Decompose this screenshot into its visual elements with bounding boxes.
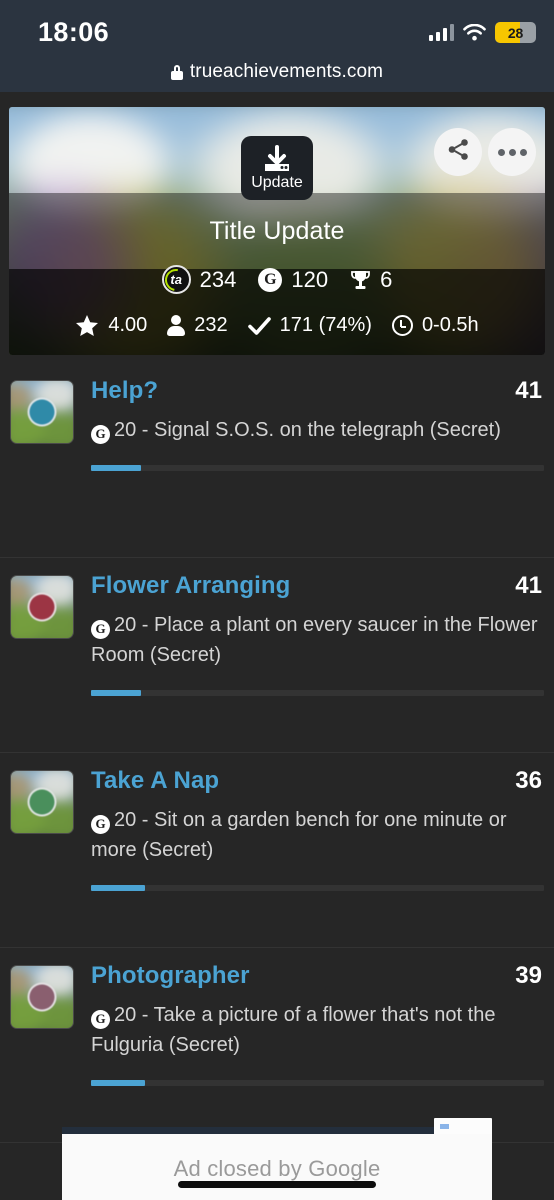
achievement-row[interactable]: Flower Arranging 41 G 20 - Place a plant …	[0, 558, 554, 753]
stat-rating: 4.00	[75, 314, 147, 337]
wifi-icon	[463, 23, 486, 41]
more-options-icon	[497, 148, 527, 156]
ta-score-value: 234	[199, 266, 237, 292]
achievement-ratio: 36	[515, 767, 542, 794]
achievement-row[interactable]: Take A Nap 36 G 20 - Sit on a garden benc…	[0, 753, 554, 948]
achievement-description: G 20 - Take a picture of a flower that's …	[91, 1000, 544, 1060]
hero-stats-secondary: 4.00 232 171 (74%) 0-0.5h	[9, 314, 545, 337]
more-options-button[interactable]	[488, 128, 536, 176]
achievement-name[interactable]: Help?	[91, 377, 158, 405]
achievement-gamerscore: 20	[114, 419, 137, 441]
page-title: Title Update	[209, 217, 345, 245]
gamerscore-value: 120	[291, 266, 329, 292]
completion-time-value: 0-0.5h	[421, 314, 479, 336]
lock-icon	[170, 64, 183, 80]
achievement-name[interactable]: Take A Nap	[91, 767, 219, 795]
achievement-ratio: 41	[515, 572, 542, 599]
achievement-row[interactable]: Photographer 39 G 20 - Take a picture of …	[0, 948, 554, 1143]
achievement-ratio: 41	[515, 377, 542, 404]
check-icon	[247, 316, 271, 336]
achievement-progress-bar	[91, 1080, 544, 1086]
achievement-badge-icon	[27, 982, 57, 1012]
gamerscore-icon: G	[91, 814, 110, 834]
ad-panel[interactable]: Ad closed by Google	[62, 1134, 492, 1200]
achievement-row[interactable]: Help? 41 G 20 - Signal S.O.S. on the tele…	[0, 363, 554, 558]
achievement-ratio: 39	[515, 962, 542, 989]
gamerscore-icon: G	[258, 267, 283, 292]
completions-value: 171 (74%)	[279, 314, 372, 336]
page-content: Update Title Update ta 234 G 120 6 4.00 …	[0, 92, 554, 1200]
achievement-gamerscore: 20	[114, 614, 137, 636]
achievement-description-text: - Place a plant on every saucer in the F…	[91, 614, 538, 666]
gamerscore-icon: G	[91, 619, 110, 639]
stat-trophies: 6	[350, 267, 392, 293]
clock-icon	[391, 315, 413, 336]
stat-trueachievement-score: ta 234	[161, 265, 237, 294]
rating-value: 4.00	[108, 314, 148, 336]
achievement-description-text: - Signal S.O.S. on the telegraph (Secret…	[136, 419, 501, 441]
achievement-progress-bar	[91, 885, 544, 891]
star-icon	[75, 314, 99, 337]
battery-icon: 28	[495, 22, 536, 43]
achievement-description-text: - Sit on a garden bench for one minute o…	[91, 809, 507, 861]
url-label: trueachievements.com	[189, 61, 384, 82]
achievement-badge-icon	[27, 787, 57, 817]
hero-stats-primary: ta 234 G 120 6	[9, 265, 545, 294]
achievement-thumbnail	[10, 770, 74, 834]
achievement-description: G 20 - Place a plant on every saucer in t…	[91, 610, 544, 670]
achievement-badge-icon	[27, 397, 57, 427]
achievement-description-text: - Take a picture of a flower that's not …	[91, 1004, 496, 1056]
cellular-signal-icon	[428, 24, 454, 41]
trueachievement-score-icon: ta	[161, 265, 191, 294]
home-indicator[interactable]	[178, 1181, 376, 1188]
ad-closed-label: Ad closed by Google	[173, 1156, 381, 1181]
owners-value: 232	[194, 314, 228, 336]
status-bar-indicators: 28	[428, 22, 536, 43]
game-hero-banner: Update Title Update ta 234 G 120 6 4.00 …	[9, 107, 545, 355]
achievement-thumbnail	[10, 965, 74, 1029]
achievement-thumbnail	[10, 575, 74, 639]
share-button[interactable]	[434, 128, 482, 176]
achievement-progress-bar	[91, 690, 544, 696]
battery-level-label: 28	[507, 24, 524, 41]
achievement-description: G 20 - Sit on a garden bench for one minu…	[91, 805, 544, 865]
achievement-badge-icon	[27, 592, 57, 622]
share-icon	[447, 138, 470, 166]
download-icon	[260, 145, 294, 173]
browser-url-bar[interactable]: trueachievements.com	[0, 52, 554, 92]
update-badge-label: Update	[251, 174, 303, 191]
stat-completions: 171 (74%)	[247, 314, 372, 337]
trophy-value: 6	[380, 266, 393, 292]
achievement-thumbnail	[10, 380, 74, 444]
gamerscore-icon: G	[91, 424, 110, 444]
stat-owners: 232	[167, 314, 228, 337]
status-bar-clock: 18:06	[38, 17, 110, 47]
trophy-icon	[350, 269, 371, 291]
achievement-list: Help? 41 G 20 - Signal S.O.S. on the tele…	[0, 363, 554, 1143]
achievement-name[interactable]: Flower Arranging	[91, 572, 290, 600]
stat-gamerscore: G 120	[258, 267, 328, 293]
achievement-gamerscore: 20	[114, 809, 137, 831]
achievement-description: G 20 - Signal S.O.S. on the telegraph (Se…	[91, 415, 544, 445]
achievement-gamerscore: 20	[114, 1004, 137, 1026]
achievement-progress-bar	[91, 465, 544, 471]
title-update-badge[interactable]: Update	[241, 136, 313, 200]
gamerscore-icon: G	[91, 1009, 110, 1029]
person-icon	[167, 314, 186, 337]
achievement-name[interactable]: Photographer	[91, 962, 250, 990]
stat-completion-time: 0-0.5h	[391, 314, 479, 337]
